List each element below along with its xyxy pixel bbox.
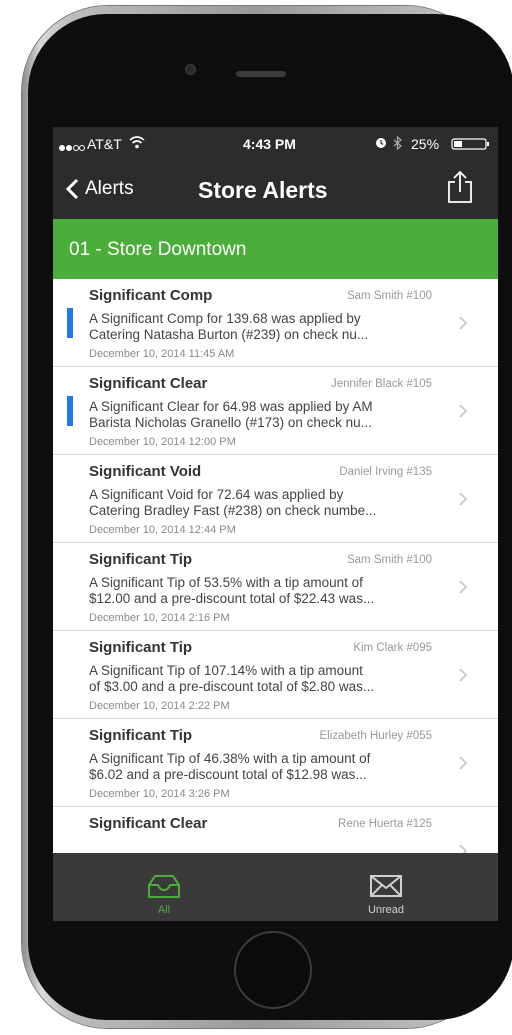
alert-message: A Significant Clear for 64.98 was applie…	[89, 399, 434, 431]
alert-date: December 10, 2014 12:00 PM	[89, 436, 236, 448]
alert-message: A Significant Void for 72.64 was applied…	[89, 487, 434, 519]
chevron-right-icon	[459, 316, 468, 330]
back-label: Alerts	[85, 178, 134, 199]
alert-title: Significant Tip	[89, 727, 193, 744]
chevron-right-icon	[459, 756, 468, 770]
alert-row[interactable]: Significant Clear Jennifer Black #105 A Si…	[53, 367, 498, 455]
alert-message-line: A Significant Tip of 53.5% with a tip am…	[89, 575, 363, 590]
alert-row[interactable]: Significant Tip Elizabeth Hurley #055 A Si…	[53, 719, 498, 807]
alert-title: Significant Clear	[89, 815, 208, 832]
wifi-icon	[129, 135, 145, 152]
alert-title: Significant Clear	[89, 375, 208, 392]
tab-all-label: All	[157, 904, 171, 916]
alert-row[interactable]: Significant Void Daniel Irving #135 A Sign…	[53, 455, 498, 543]
chevron-right-icon	[459, 580, 468, 594]
alert-message: A Significant Comp for 139.68 was applie…	[89, 311, 434, 343]
alert-date: December 10, 2014 3:26 PM	[89, 788, 230, 800]
alert-title: Significant Comp	[89, 287, 213, 304]
alert-row[interactable]: Significant Comp Sam Smith #100 A Signific…	[53, 279, 498, 367]
alert-title: Significant Tip	[89, 551, 193, 568]
alert-message-line: $12.00 and a pre-discount total of $22.4…	[89, 591, 375, 606]
alert-message-line: A Significant Void for 72.64 was applied…	[89, 487, 344, 502]
alert-date: December 10, 2014 12:44 PM	[89, 524, 236, 536]
alert-title: Significant Tip	[89, 639, 193, 656]
store-name: 01 - Store Downtown	[69, 239, 247, 260]
alert-message-line: Catering Natasha Burton (#239) on check …	[89, 327, 369, 342]
home-button[interactable]	[234, 931, 312, 1009]
alert-author: Rene Huerta #125	[338, 818, 432, 830]
alert-message-line: Catering Bradley Fast (#238) on check nu…	[89, 503, 377, 518]
battery-icon	[451, 137, 491, 153]
alert-date: December 10, 2014 2:16 PM	[89, 612, 230, 624]
alert-message-line: Barista Nicholas Granello (#173) on chec…	[89, 415, 372, 430]
alert-message-line: A Significant Tip of 107.14% with a tip …	[89, 663, 363, 678]
alert-message: A Significant Tip of 53.5% with a tip am…	[89, 575, 434, 607]
share-icon[interactable]	[445, 169, 475, 205]
alert-message-line: A Significant Tip of 46.38% with a tip a…	[89, 751, 371, 766]
status-bar: AT&T 4:43 PM 25%	[53, 127, 498, 161]
inbox-icon	[148, 875, 180, 898]
battery-percent: 25%	[411, 136, 440, 152]
alert-message-line: A Significant Clear for 64.98 was applie…	[89, 399, 373, 414]
tab-unread[interactable]: Unread	[275, 853, 497, 921]
alert-list: Significant Comp Sam Smith #100 A Signific…	[53, 279, 498, 895]
alert-message-line: $6.02 and a pre-discount total of $12.98…	[89, 767, 367, 782]
navigation-bar: Alerts Store Alerts	[53, 161, 498, 219]
alert-message: A Significant Tip of 46.38% with a tip a…	[89, 751, 434, 783]
clock: 4:43 PM	[243, 136, 296, 152]
chevron-right-icon	[459, 668, 468, 682]
alert-date: December 10, 2014 2:22 PM	[89, 700, 230, 712]
tab-all[interactable]: All	[53, 853, 275, 921]
unread-indicator	[67, 396, 73, 426]
alert-date: December 10, 2014 11:45 AM	[89, 348, 235, 360]
tab-bar: All Unread	[53, 853, 498, 921]
page-title: Store Alerts	[198, 177, 328, 203]
unread-indicator	[67, 308, 73, 338]
alert-message-line: A Significant Comp for 139.68 was applie…	[89, 311, 361, 326]
alert-title: Significant Void	[89, 463, 202, 480]
carrier-label: AT&T	[87, 136, 122, 152]
chevron-right-icon	[459, 492, 468, 506]
bluetooth-icon	[393, 135, 402, 153]
chevron-right-icon	[459, 404, 468, 418]
alert-message-line: of $3.00 and a pre-discount total of $2.…	[89, 679, 375, 694]
tab-unread-label: Unread	[367, 904, 405, 916]
alert-author: Sam Smith #100	[346, 290, 432, 302]
alert-author: Daniel Irving #135	[339, 466, 432, 478]
earpiece	[236, 71, 286, 77]
front-camera	[185, 64, 196, 75]
signal-dots-icon	[59, 139, 85, 155]
alert-author: Sam Smith #100	[346, 554, 432, 566]
alarm-icon	[375, 136, 387, 152]
alert-row[interactable]: Significant Tip Sam Smith #100 A Significa…	[53, 543, 498, 631]
alert-row[interactable]: Significant Tip Kim Clark #095 A Significa…	[53, 631, 498, 719]
alert-author: Elizabeth Hurley #055	[319, 730, 432, 742]
back-button[interactable]: Alerts	[65, 175, 134, 203]
alert-author: Jennifer Black #105	[330, 378, 432, 390]
store-section-header: 01 - Store Downtown	[53, 219, 498, 279]
chevron-left-icon	[65, 178, 79, 200]
screen: AT&T 4:43 PM 25% Alerts Store Alerts 01 …	[53, 127, 498, 921]
alert-message: A Significant Tip of 107.14% with a tip …	[89, 663, 434, 695]
envelope-icon	[370, 875, 402, 897]
alert-author: Kim Clark #095	[353, 642, 432, 654]
